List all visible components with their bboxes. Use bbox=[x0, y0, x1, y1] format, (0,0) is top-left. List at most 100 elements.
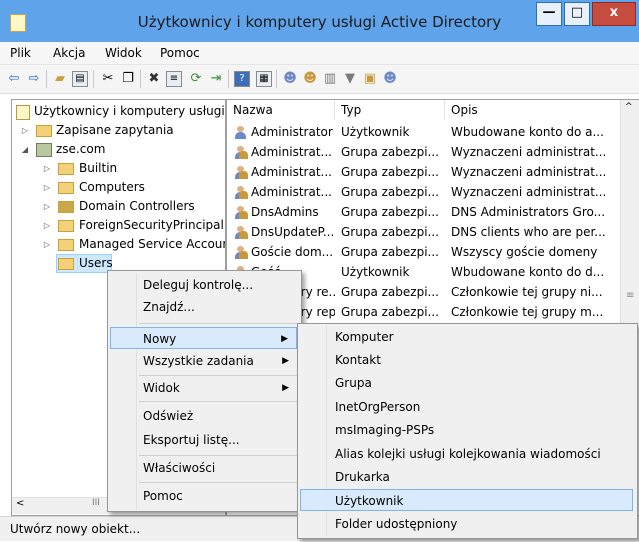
new-ou-icon[interactable]: ▥ bbox=[322, 71, 338, 87]
expand-arrow-icon[interactable]: ▷ bbox=[43, 216, 51, 235]
delete-icon[interactable]: ✖ bbox=[146, 71, 162, 87]
expand-arrow-icon[interactable]: ▷ bbox=[21, 121, 29, 140]
menu-separator bbox=[139, 455, 297, 456]
table-row[interactable]: Goście dom... Grupa zabezpi... Wszyscy g… bbox=[227, 243, 623, 262]
new-user-icon[interactable]: ☻ bbox=[282, 71, 298, 87]
row-name: DnsAdmins bbox=[251, 205, 319, 219]
menu-item-find[interactable]: Znajdź... bbox=[110, 296, 297, 318]
menu-separator bbox=[139, 375, 297, 376]
row-description: Wyznaczeni administrat... bbox=[451, 165, 607, 179]
tree-item-label: Zapisane zapytania bbox=[56, 123, 174, 137]
submenu-item-label: msImaging-PSPs bbox=[335, 423, 435, 437]
menu-item-properties[interactable]: Właściwości bbox=[110, 457, 297, 479]
menu-widok[interactable]: Widok bbox=[105, 42, 142, 64]
table-row[interactable]: Administrator Użytkownik Wbudowane konto… bbox=[227, 123, 623, 142]
minimize-button[interactable]: — bbox=[536, 2, 562, 26]
submenu-item-contact[interactable]: Kontakt bbox=[300, 349, 633, 371]
export-list-icon[interactable]: ⇥ bbox=[208, 71, 224, 87]
menu-item-label: Odśwież bbox=[143, 409, 194, 423]
table-row[interactable]: DnsUpdateP... Grupa zabezpi... DNS clien… bbox=[227, 223, 623, 242]
row-type: Grupa zabezpi... bbox=[341, 285, 439, 299]
tree-item-label: Managed Service Accour bbox=[79, 237, 226, 251]
toolbar-separator bbox=[276, 70, 277, 88]
expand-arrow-icon[interactable]: ▷ bbox=[43, 197, 51, 216]
filter-icon[interactable]: ▼ bbox=[342, 71, 358, 87]
submenu-item-label: Komputer bbox=[335, 330, 394, 344]
table-row[interactable]: Administrat... Grupa zabezpi... Wyznacze… bbox=[227, 143, 623, 162]
menu-item-new[interactable]: Nowy ▶ bbox=[110, 327, 297, 349]
tree-item-foreign-security[interactable]: ▷ ForeignSecurityPrincipal bbox=[12, 216, 224, 235]
close-button[interactable]: x bbox=[592, 2, 636, 26]
tree-item-root[interactable]: Użytkownicy i komputery usługi bbox=[12, 102, 225, 121]
menu-item-refresh[interactable]: Odśwież bbox=[110, 405, 297, 427]
table-row[interactable]: Administrat... Grupa zabezpi... Wyznacze… bbox=[227, 163, 623, 182]
menu-bar: Plik Akcja Widok Pomoc bbox=[0, 42, 639, 65]
scroll-left-arrow-icon[interactable]: < bbox=[16, 498, 24, 509]
forward-arrow-icon[interactable]: ⇨ bbox=[26, 71, 42, 87]
tree-item-domain-controllers[interactable]: ▷ Domain Controllers bbox=[12, 197, 222, 216]
menu-akcja[interactable]: Akcja bbox=[53, 42, 85, 64]
tree-item-computers[interactable]: ▷ Computers bbox=[12, 178, 222, 197]
row-type: Użytkownik bbox=[341, 125, 410, 139]
back-arrow-icon[interactable]: ⇦ bbox=[6, 71, 22, 87]
menu-item-label: Pomoc bbox=[143, 489, 183, 503]
submenu-item-msmq-alias[interactable]: Alias kolejki usługi kolejkowania wiadom… bbox=[300, 443, 633, 465]
cut-icon[interactable]: ✂ bbox=[100, 71, 116, 87]
group-icon bbox=[234, 226, 248, 239]
submenu-item-computer[interactable]: Komputer bbox=[300, 326, 633, 348]
user-icon bbox=[234, 126, 247, 139]
find-icon[interactable]: ☻ bbox=[382, 71, 398, 87]
row-description: Członkowie tej grupy m... bbox=[451, 305, 604, 319]
table-row[interactable]: Administrat... Grupa zabezpi... Wyznacze… bbox=[227, 183, 623, 202]
mmc-view-icon[interactable]: ▦ bbox=[256, 71, 272, 87]
add-to-group-icon[interactable]: ▣ bbox=[362, 71, 378, 87]
tree-item-label: Użytkownicy i komputery usługi bbox=[34, 104, 225, 118]
submenu-item-shared-folder[interactable]: Folder udostępniony bbox=[300, 513, 633, 535]
toolbar-separator bbox=[46, 70, 47, 88]
submenu-item-user[interactable]: Użytkownik bbox=[300, 489, 633, 511]
row-name: Administrat... bbox=[251, 185, 332, 199]
tree-item-saved-queries[interactable]: ▷ Zapisane zapytania bbox=[12, 121, 222, 140]
tree-item-users[interactable]: Users bbox=[56, 254, 113, 273]
show-hide-tree-icon[interactable]: ▤ bbox=[72, 71, 88, 87]
group-icon bbox=[234, 186, 248, 199]
collapse-arrow-icon[interactable]: ◢ bbox=[21, 140, 29, 159]
submenu-item-inetorgperson[interactable]: InetOrgPerson bbox=[300, 396, 633, 418]
folder-icon bbox=[58, 163, 74, 175]
menu-item-delegate-control[interactable]: Deleguj kontrolę... bbox=[110, 274, 297, 296]
maximize-button[interactable]: □ bbox=[564, 2, 590, 26]
column-header-type[interactable]: Typ bbox=[335, 100, 445, 120]
scroll-thumb[interactable]: III bbox=[92, 498, 100, 508]
properties-icon[interactable]: ≡ bbox=[166, 71, 182, 87]
tree-item-domain[interactable]: ◢ zse.com bbox=[12, 140, 222, 159]
new-group-icon[interactable]: ☻ bbox=[302, 71, 318, 87]
copy-icon[interactable]: ❐ bbox=[120, 71, 136, 87]
expand-arrow-icon[interactable]: ▷ bbox=[43, 235, 51, 254]
folder-up-icon[interactable]: ▰ bbox=[52, 71, 68, 87]
help-icon[interactable]: ? bbox=[234, 71, 250, 87]
expand-arrow-icon[interactable]: ▷ bbox=[43, 159, 51, 178]
submenu-item-printer[interactable]: Drukarka bbox=[300, 466, 633, 488]
refresh-icon[interactable]: ⟳ bbox=[188, 71, 204, 87]
tree-item-managed-service[interactable]: ▷ Managed Service Accour bbox=[12, 235, 225, 254]
menu-item-view[interactable]: Widok ▶ bbox=[110, 377, 297, 399]
scroll-up-arrow-icon[interactable]: ^ bbox=[625, 102, 633, 112]
column-header-description[interactable]: Opis bbox=[445, 100, 621, 120]
submenu-item-msimaging-psps[interactable]: msImaging-PSPs bbox=[300, 419, 633, 441]
expand-arrow-icon[interactable]: ▷ bbox=[43, 178, 51, 197]
column-header-name[interactable]: Nazwa bbox=[227, 100, 335, 120]
row-description: DNS clients who are per... bbox=[451, 225, 606, 239]
row-description: Wbudowane konto do a... bbox=[451, 125, 604, 139]
tree-item-builtin[interactable]: ▷ Builtin bbox=[12, 159, 222, 178]
submenu-item-group[interactable]: Grupa bbox=[300, 372, 633, 394]
table-row[interactable]: DnsAdmins Grupa zabezpi... DNS Administr… bbox=[227, 203, 623, 222]
menu-item-export-list[interactable]: Eksportuj listę... bbox=[110, 429, 297, 451]
menu-plik[interactable]: Plik bbox=[10, 42, 31, 64]
menu-item-help[interactable]: Pomoc bbox=[110, 485, 297, 507]
menu-item-all-tasks[interactable]: Wszystkie zadania ▶ bbox=[110, 350, 297, 372]
row-description: Członkowie tej grupy ni... bbox=[451, 285, 603, 299]
tree-item-label: Computers bbox=[79, 180, 145, 194]
menu-pomoc[interactable]: Pomoc bbox=[160, 42, 200, 64]
submenu-arrow-icon: ▶ bbox=[282, 356, 289, 366]
scroll-thumb-grip-icon[interactable]: ≡ bbox=[626, 290, 634, 301]
